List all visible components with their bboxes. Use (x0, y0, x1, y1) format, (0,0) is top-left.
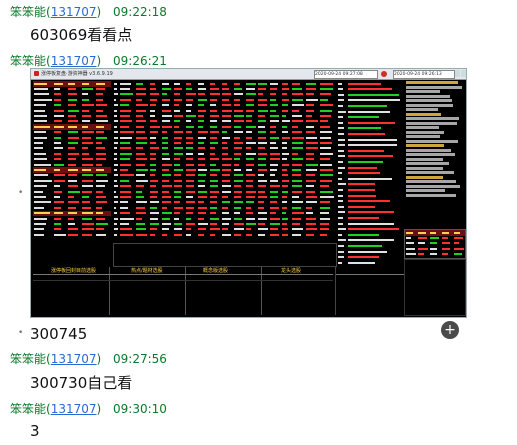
timestamp: 09:22:18 (113, 5, 167, 19)
username: 笨笨能 (10, 352, 47, 366)
message-header: 笨笨能(131707) 09:26:21 (10, 54, 167, 68)
close-icon (461, 70, 466, 77)
small-table (404, 229, 466, 259)
thumb-row (113, 232, 335, 238)
message-header: 笨笨能(131707) 09:30:10 (10, 402, 167, 416)
stock-table-main (113, 81, 335, 241)
stock-table-left (33, 81, 111, 241)
info-text (404, 81, 464, 201)
record-icon (381, 71, 387, 77)
news-list (337, 81, 401, 281)
embedded-screenshot[interactable]: 涨停板复盘·游资神器 v3.6.9.19 2020-09-24 09:27:08… (30, 68, 467, 318)
message-text: 300730自己看 (30, 374, 133, 392)
zoom-plus-button[interactable]: + (441, 321, 459, 339)
thumb-row (405, 252, 465, 258)
message-text: 3 (30, 422, 40, 440)
clock-left: 2020-09-24 09:27:08 (314, 70, 378, 79)
user-id-link[interactable]: 131707 (51, 352, 97, 366)
bottom-panels: 涨停板回封目前选股 热点/题材选股 概念版选股 龙头选股 (33, 267, 333, 315)
user-id-link[interactable]: 131707 (51, 54, 97, 68)
message-header: 笨笨能(131707) 09:22:18 (10, 5, 167, 19)
message-header: 笨笨能(131707) 09:27:56 (10, 352, 167, 366)
username: 笨笨能 (10, 5, 47, 19)
user-id-link[interactable]: 131707 (51, 5, 97, 19)
message-text: 603069看看点 (30, 26, 133, 44)
app-title: 涨停板复盘·游资神器 v3.6.9.19 (41, 71, 113, 77)
timestamp: 09:27:56 (113, 352, 167, 366)
bullet: • (18, 188, 24, 198)
timestamp: 09:26:21 (113, 54, 167, 68)
app-titlebar: 涨停板复盘·游资神器 v3.6.9.19 2020-09-24 09:27:08… (31, 69, 466, 80)
timestamp: 09:30:10 (113, 402, 167, 416)
thumb-row (33, 232, 111, 238)
clock-right: 2020-09-24 09:26:13 (393, 70, 455, 79)
username: 笨笨能 (10, 54, 47, 68)
minimize-icon (455, 70, 460, 77)
app-logo-icon (34, 71, 39, 76)
bullet: • (18, 328, 24, 338)
empty-panel (404, 259, 466, 316)
sub-panel (113, 243, 337, 267)
message-text: 300745 (30, 325, 88, 343)
username: 笨笨能 (10, 402, 47, 416)
user-id-link[interactable]: 131707 (51, 402, 97, 416)
bottom-right-panel (335, 267, 404, 315)
